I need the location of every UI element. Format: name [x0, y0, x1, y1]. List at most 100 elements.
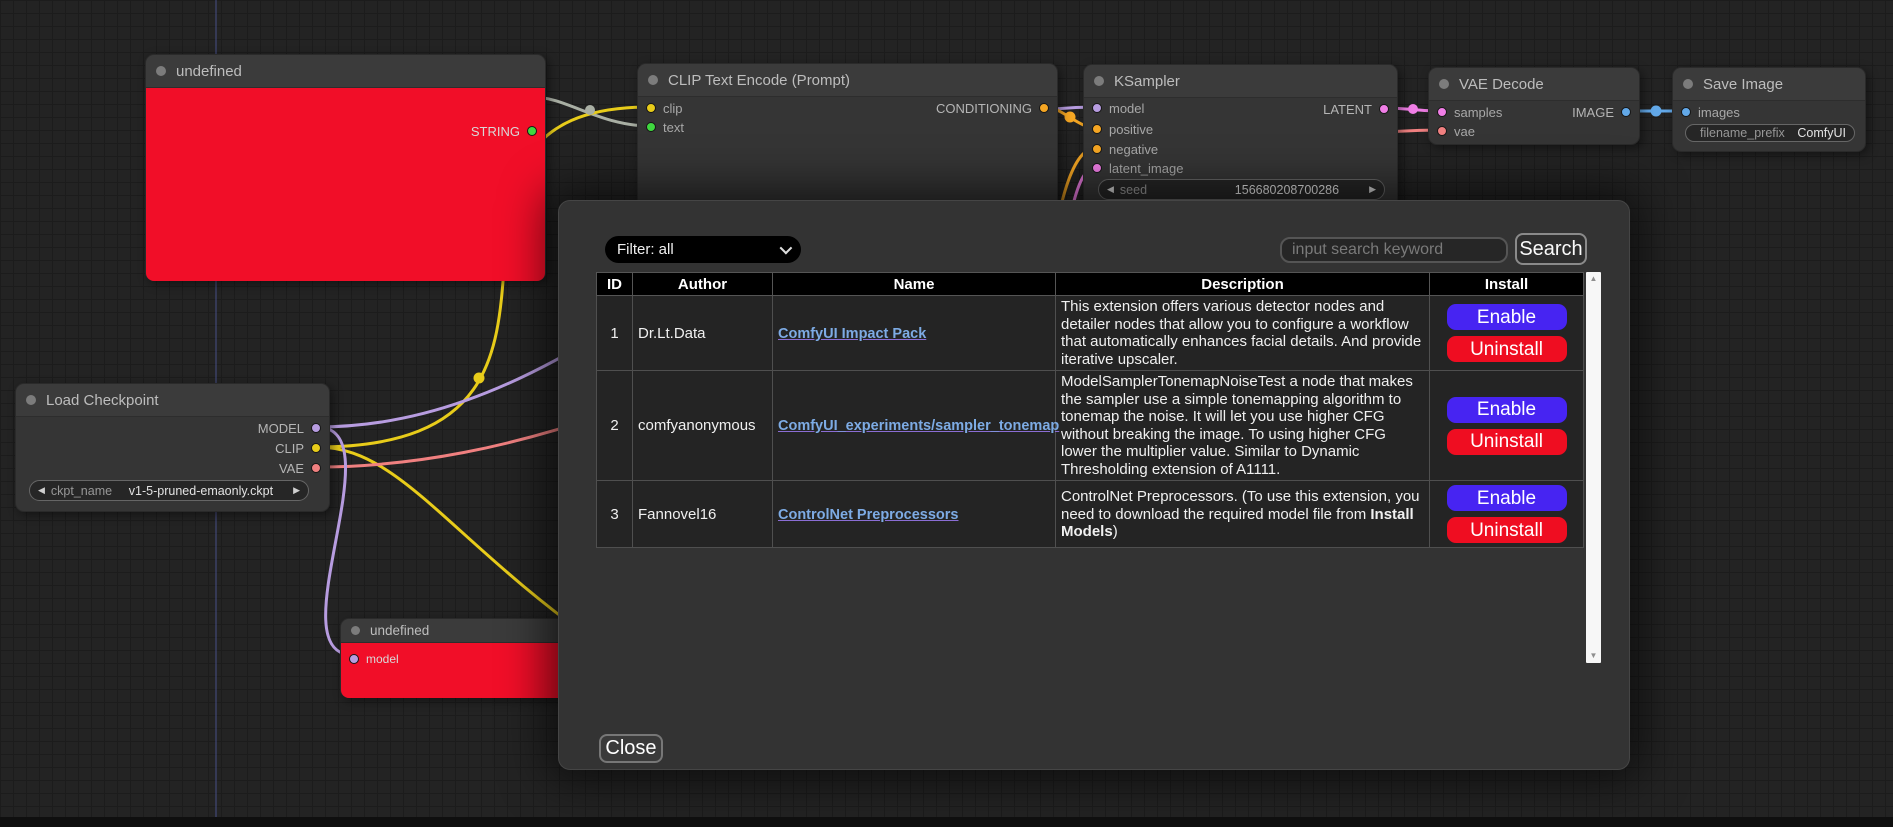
input-slot-text[interactable]: text — [646, 117, 684, 137]
description-text: ) — [1113, 523, 1118, 540]
description-text: ControlNet Preprocessors. (To use this e… — [1061, 488, 1420, 523]
output-label: CLIP — [275, 441, 304, 456]
close-button[interactable]: Close — [599, 734, 663, 763]
increment-arrow-icon[interactable]: ▶ — [1369, 185, 1376, 194]
output-slot-latent[interactable]: LATENT — [1323, 99, 1389, 119]
latent-image-input-dot[interactable] — [1092, 163, 1102, 173]
output-slot-model[interactable]: MODEL — [258, 418, 321, 438]
clip-input-dot[interactable] — [646, 103, 656, 113]
extension-link[interactable]: ComfyUI_experiments/sampler_tonemap — [778, 418, 1059, 434]
decrement-arrow-icon[interactable]: ◀ — [1107, 185, 1114, 194]
string-output-dot[interactable] — [527, 126, 537, 136]
output-slot-vae[interactable]: VAE — [279, 458, 321, 478]
node-title-bar[interactable]: Load Checkpoint — [16, 384, 329, 417]
filter-select[interactable]: Filter: all — [605, 236, 801, 263]
input-label: samples — [1454, 105, 1502, 120]
node-undefined-bottom[interactable]: undefined model — [340, 618, 580, 698]
node-title-bar[interactable]: KSampler — [1084, 65, 1397, 98]
uninstall-button[interactable]: Uninstall — [1447, 429, 1567, 455]
node-title-bar[interactable]: undefined — [146, 55, 545, 88]
node-title: undefined — [176, 63, 242, 80]
node-title: VAE Decode — [1459, 76, 1544, 93]
clip-output-dot[interactable] — [311, 443, 321, 453]
enable-button[interactable]: Enable — [1447, 304, 1567, 330]
extension-manager-dialog: Filter: all Search ID Author Name Descri… — [558, 200, 1630, 770]
comfyui-canvas[interactable]: { "canvas": { "nodes": { "undefined_top"… — [0, 0, 1893, 827]
widget-value: 156680208700286 — [1235, 183, 1339, 197]
ckpt-name-widget[interactable]: ◀ ckpt_name v1-5-pruned-emaonly.ckpt ▶ — [29, 480, 309, 501]
model-input-dot[interactable] — [349, 654, 359, 664]
output-slot-image[interactable]: IMAGE — [1572, 102, 1631, 122]
input-label: vae — [1454, 124, 1475, 139]
widget-label: filename_prefix — [1700, 126, 1785, 140]
output-label: IMAGE — [1572, 105, 1614, 120]
output-slot-conditioning[interactable]: CONDITIONING — [936, 98, 1049, 118]
extension-link[interactable]: ComfyUI Impact Pack — [778, 326, 926, 342]
header-id: ID — [597, 273, 633, 296]
search-input[interactable] — [1280, 237, 1508, 263]
next-arrow-icon[interactable]: ▶ — [293, 486, 300, 495]
image-output-dot[interactable] — [1621, 107, 1631, 117]
enable-button[interactable]: Enable — [1447, 397, 1567, 423]
output-slot-clip[interactable]: CLIP — [275, 438, 321, 458]
input-label: images — [1698, 105, 1740, 120]
output-label: LATENT — [1323, 102, 1372, 117]
negative-input-dot[interactable] — [1092, 144, 1102, 154]
input-label: clip — [663, 101, 683, 116]
node-vae-decode[interactable]: VAE Decode samples vae IMAGE — [1428, 67, 1640, 145]
seed-widget[interactable]: ◀ seed 156680208700286 ▶ — [1098, 179, 1385, 200]
node-title-bar[interactable]: undefined — [341, 619, 579, 643]
cell-description: ModelSamplerTonemapNoiseTest a node that… — [1056, 371, 1430, 481]
previous-arrow-icon[interactable]: ◀ — [38, 486, 45, 495]
node-save-image[interactable]: Save Image images filename_prefix ComfyU… — [1672, 67, 1866, 152]
node-ksampler[interactable]: KSampler model positive negative latent_… — [1083, 64, 1398, 208]
table-row: 3 Fannovel16 ControlNet Preprocessors Co… — [597, 481, 1584, 548]
samples-input-dot[interactable] — [1437, 107, 1447, 117]
node-clip-text-encode[interactable]: CLIP Text Encode (Prompt) clip text COND… — [637, 63, 1058, 208]
extension-table-region: ID Author Name Description Install 1 Dr.… — [596, 272, 1601, 663]
table-header-row: ID Author Name Description Install — [597, 273, 1584, 296]
node-load-checkpoint[interactable]: Load Checkpoint MODEL CLIP VAE ◀ ckpt_na… — [15, 383, 330, 512]
scroll-down-icon[interactable]: ▼ — [1590, 649, 1598, 663]
node-title: Load Checkpoint — [46, 392, 159, 409]
text-input-dot[interactable] — [646, 122, 656, 132]
node-title-bar[interactable]: VAE Decode — [1429, 68, 1639, 101]
node-status-dot-icon — [156, 66, 166, 76]
enable-button[interactable]: Enable — [1447, 485, 1567, 511]
cell-id: 3 — [597, 481, 633, 548]
header-install: Install — [1430, 273, 1584, 296]
output-label: STRING — [471, 124, 520, 139]
extension-link[interactable]: ControlNet Preprocessors — [778, 507, 959, 523]
input-slot-positive[interactable]: positive — [1092, 119, 1153, 139]
conditioning-output-dot[interactable] — [1039, 103, 1049, 113]
images-input-dot[interactable] — [1681, 107, 1691, 117]
model-input-dot[interactable] — [1092, 103, 1102, 113]
cell-author: Dr.Lt.Data — [633, 296, 773, 371]
input-slot-model[interactable]: model — [349, 649, 399, 669]
filename-prefix-widget[interactable]: filename_prefix ComfyUI — [1685, 124, 1855, 142]
header-author: Author — [633, 273, 773, 296]
scroll-up-icon[interactable]: ▲ — [1590, 272, 1598, 286]
vae-output-dot[interactable] — [311, 463, 321, 473]
positive-input-dot[interactable] — [1092, 124, 1102, 134]
table-scrollbar[interactable]: ▲ ▼ — [1586, 272, 1601, 663]
uninstall-button[interactable]: Uninstall — [1447, 517, 1567, 543]
search-button[interactable]: Search — [1515, 233, 1587, 265]
link-dot-latent — [1408, 104, 1418, 114]
header-name: Name — [773, 273, 1056, 296]
input-slot-clip[interactable]: clip — [646, 98, 683, 118]
input-slot-negative[interactable]: negative — [1092, 139, 1158, 159]
node-title-bar[interactable]: CLIP Text Encode (Prompt) — [638, 64, 1057, 97]
node-undefined-top[interactable]: undefined STRING — [145, 54, 546, 281]
latent-output-dot[interactable] — [1379, 104, 1389, 114]
input-slot-samples[interactable]: samples — [1437, 102, 1502, 122]
input-slot-vae[interactable]: vae — [1437, 121, 1475, 141]
uninstall-button[interactable]: Uninstall — [1447, 336, 1567, 362]
vae-input-dot[interactable] — [1437, 126, 1447, 136]
output-slot-string[interactable]: STRING — [471, 121, 537, 141]
input-slot-images[interactable]: images — [1681, 102, 1740, 122]
input-slot-model[interactable]: model — [1092, 98, 1144, 118]
model-output-dot[interactable] — [311, 423, 321, 433]
node-title-bar[interactable]: Save Image — [1673, 68, 1865, 101]
input-slot-latent-image[interactable]: latent_image — [1092, 158, 1183, 178]
